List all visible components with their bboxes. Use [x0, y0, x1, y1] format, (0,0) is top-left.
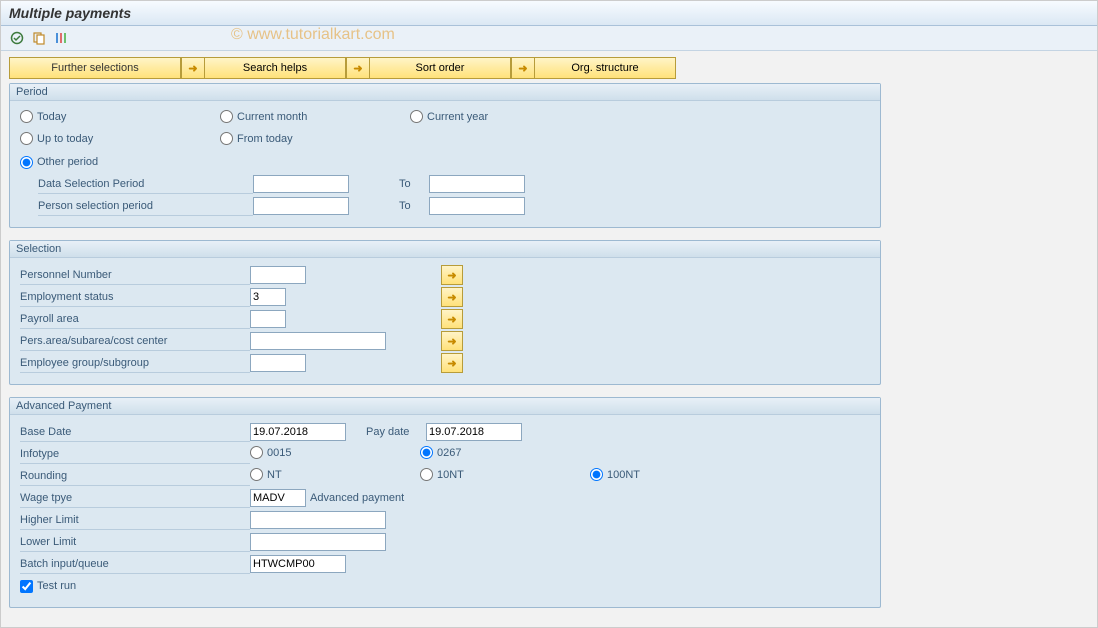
pers-area-input[interactable] [250, 332, 386, 350]
infotype-0015-label: 0015 [267, 447, 291, 459]
test-run-checkbox[interactable]: Test run [20, 580, 76, 593]
payroll-area-multi-button[interactable]: ➜ [441, 309, 463, 329]
period-current-year-label: Current year [427, 111, 488, 123]
higher-limit-input[interactable] [250, 511, 386, 529]
employment-status-multi-button[interactable]: ➜ [441, 287, 463, 307]
watermark: © www.tutorialkart.com [231, 26, 395, 44]
infotype-0015-radio[interactable]: 0015 [250, 446, 291, 459]
period-from-today-radio[interactable]: From today [220, 132, 293, 145]
base-date-label: Base Date [20, 423, 250, 442]
execute-icon[interactable] [9, 30, 25, 46]
period-group: Period Today Current month Current year … [9, 83, 881, 228]
pers-area-multi-button[interactable]: ➜ [441, 331, 463, 351]
personnel-number-label: Personnel Number [20, 266, 250, 285]
rounding-nt-radio[interactable]: NT [250, 468, 282, 481]
infotype-label: Infotype [20, 445, 250, 464]
infotype-0267-label: 0267 [437, 447, 461, 459]
test-run-label: Test run [37, 580, 76, 592]
to-label: To [399, 178, 429, 190]
period-other-label: Other period [37, 156, 98, 168]
rounding-100nt-radio[interactable]: 100NT [590, 468, 640, 481]
data-selection-to-input[interactable] [429, 175, 525, 193]
variant-icon[interactable] [31, 30, 47, 46]
sort-order-label: Sort order [416, 62, 465, 74]
emp-group-label: Employee group/subgroup [20, 354, 250, 373]
higher-limit-label: Higher Limit [20, 511, 250, 530]
rounding-label: Rounding [20, 467, 250, 486]
personnel-number-multi-button[interactable]: ➜ [441, 265, 463, 285]
further-selections-label: Further selections [51, 62, 138, 74]
emp-group-input[interactable] [250, 354, 306, 372]
wage-type-code-input[interactable] [250, 489, 306, 507]
period-current-month-radio[interactable]: Current month [220, 110, 307, 123]
employment-status-label: Employment status [20, 288, 250, 307]
lower-limit-label: Lower Limit [20, 533, 250, 552]
period-group-title: Period [10, 84, 880, 101]
arrow-right-icon: ➜ [511, 57, 535, 79]
infotype-0267-radio[interactable]: 0267 [420, 446, 461, 459]
arrow-right-icon: ➜ [346, 57, 370, 79]
page-title: Multiple payments [1, 1, 1097, 26]
personnel-number-input[interactable] [250, 266, 306, 284]
payroll-area-input[interactable] [250, 310, 286, 328]
wage-type-desc: Advanced payment [310, 492, 404, 504]
org-structure-label: Org. structure [571, 62, 638, 74]
base-date-input[interactable] [250, 423, 346, 441]
period-up-to-today-label: Up to today [37, 133, 93, 145]
rounding-100nt-label: 100NT [607, 469, 640, 481]
period-current-month-label: Current month [237, 111, 307, 123]
person-selection-to-input[interactable] [429, 197, 525, 215]
person-selection-period-label: Person selection period [38, 197, 253, 216]
payroll-area-label: Payroll area [20, 310, 250, 329]
rounding-nt-label: NT [267, 469, 282, 481]
data-selection-period-label: Data Selection Period [38, 175, 253, 194]
period-current-year-radio[interactable]: Current year [410, 110, 488, 123]
app-window: Multiple payments © www.tutorialkart.com… [0, 0, 1098, 628]
selection-group-title: Selection [10, 241, 880, 258]
search-helps-button[interactable]: ➜ Search helps [181, 57, 346, 79]
to-label-2: To [399, 200, 429, 212]
rounding-10nt-label: 10NT [437, 469, 464, 481]
selection-button-row: Further selections ➜ Search helps ➜ Sort… [9, 57, 1089, 79]
data-selection-from-input[interactable] [253, 175, 349, 193]
org-structure-button[interactable]: ➜ Org. structure [511, 57, 676, 79]
content-area: Further selections ➜ Search helps ➜ Sort… [1, 51, 1097, 628]
period-up-to-today-radio[interactable]: Up to today [20, 132, 93, 145]
batch-queue-label: Batch input/queue [20, 555, 250, 574]
pers-area-label: Pers.area/subarea/cost center [20, 332, 250, 351]
settings-icon[interactable] [53, 30, 69, 46]
advanced-payment-group: Advanced Payment Base Date Pay date Info… [9, 397, 881, 608]
period-today-radio[interactable]: Today [20, 110, 66, 123]
person-selection-from-input[interactable] [253, 197, 349, 215]
emp-group-multi-button[interactable]: ➜ [441, 353, 463, 373]
search-helps-label: Search helps [243, 62, 307, 74]
arrow-right-icon: ➜ [181, 57, 205, 79]
employment-status-input[interactable] [250, 288, 286, 306]
period-other-period-radio[interactable]: Other period [20, 156, 98, 169]
lower-limit-input[interactable] [250, 533, 386, 551]
pay-date-input[interactable] [426, 423, 522, 441]
sort-order-button[interactable]: ➜ Sort order [346, 57, 511, 79]
toolbar: © www.tutorialkart.com [1, 26, 1097, 51]
wage-type-label: Wage tpye [20, 489, 250, 508]
selection-group: Selection Personnel Number ➜ Employment … [9, 240, 881, 385]
rounding-10nt-radio[interactable]: 10NT [420, 468, 464, 481]
further-selections-button[interactable]: Further selections [9, 57, 181, 79]
pay-date-label: Pay date [366, 426, 426, 438]
batch-queue-input[interactable] [250, 555, 346, 573]
advanced-payment-title: Advanced Payment [10, 398, 880, 415]
period-from-today-label: From today [237, 133, 293, 145]
period-today-label: Today [37, 111, 66, 123]
